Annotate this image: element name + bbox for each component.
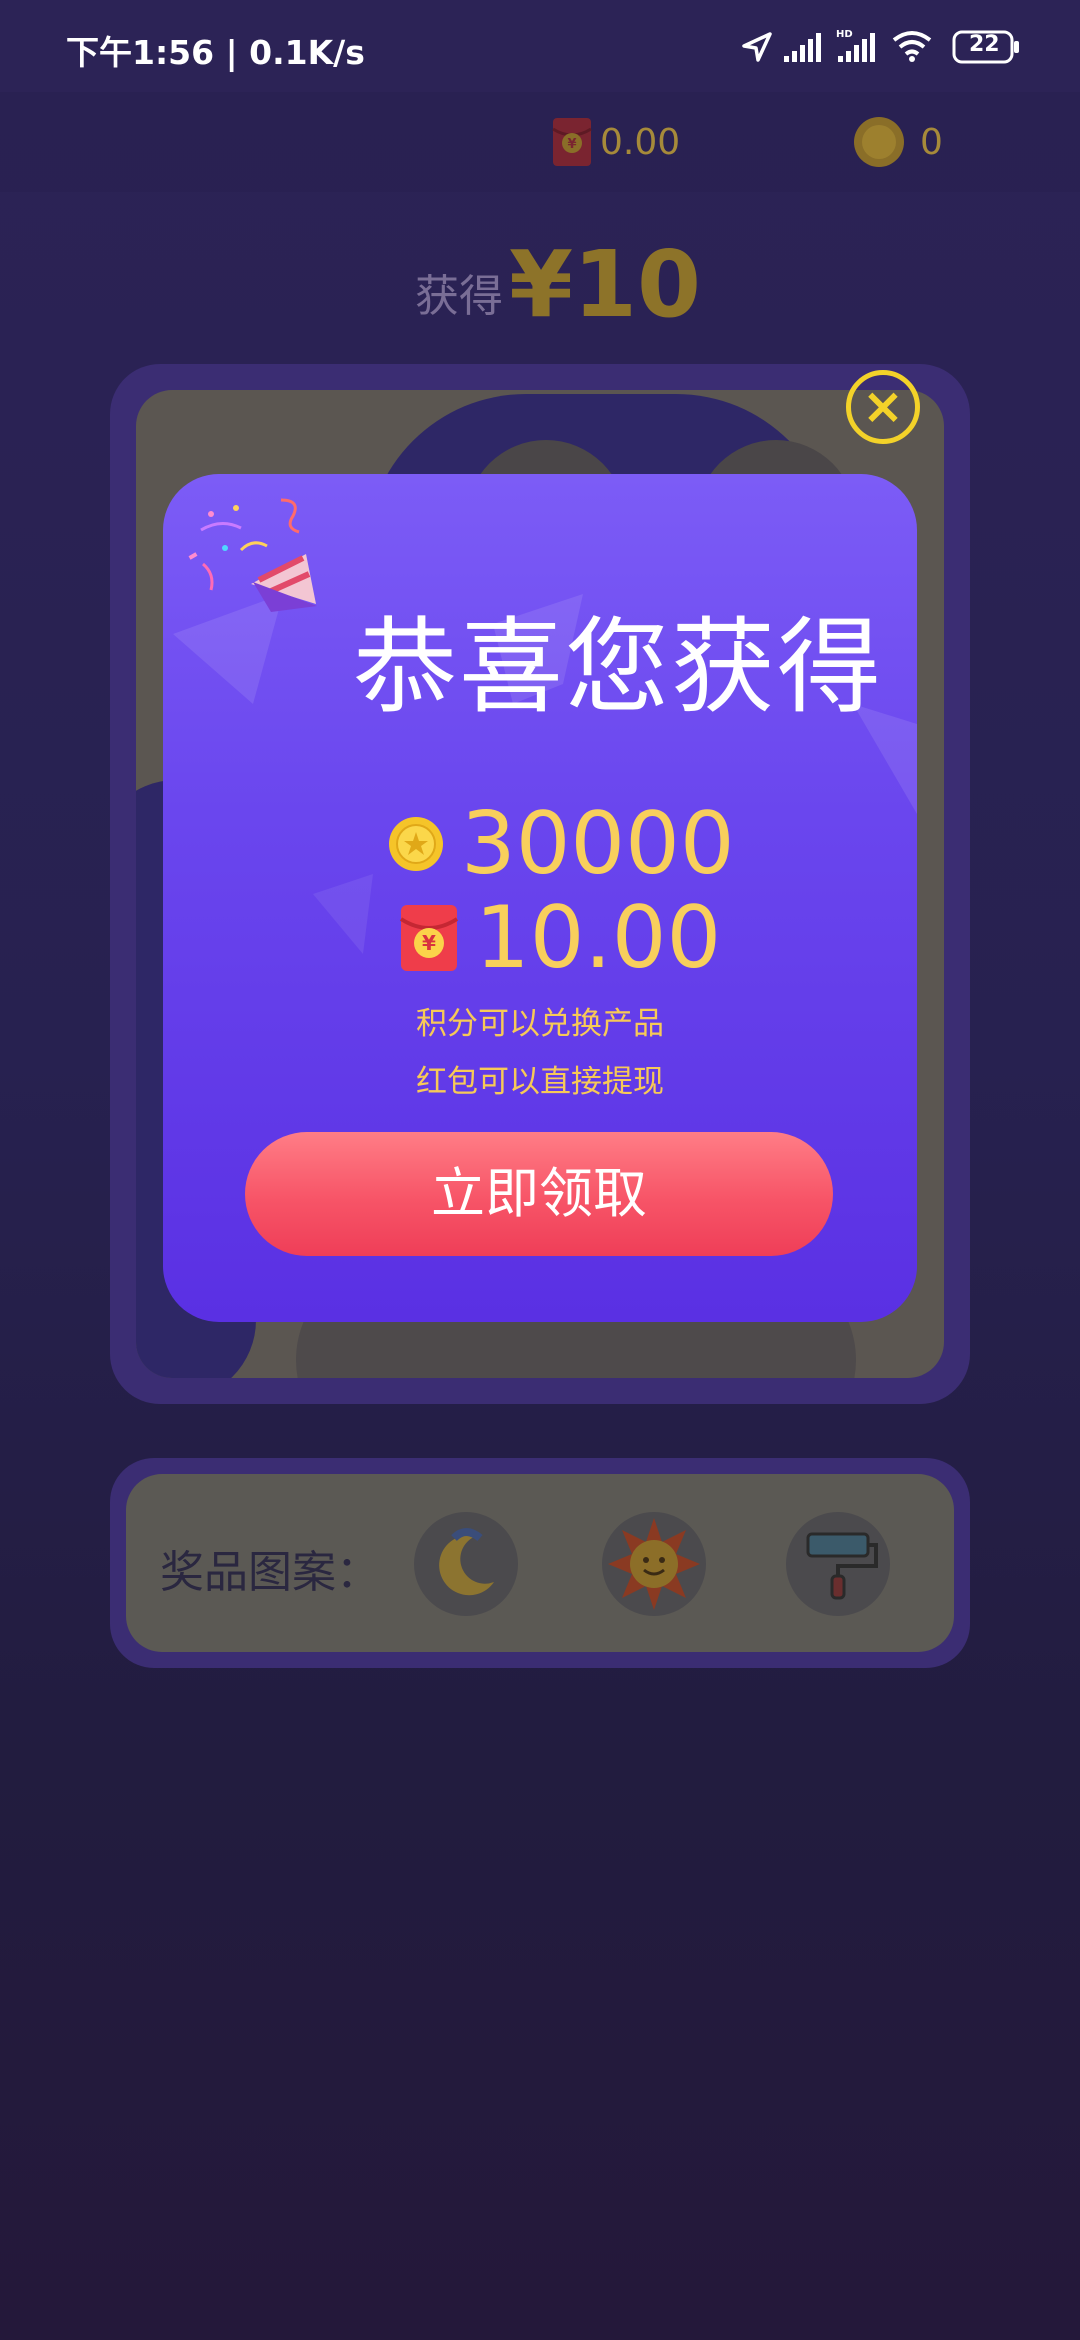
svg-text:¥: ¥ <box>567 137 576 152</box>
sun-icon <box>608 1518 700 1610</box>
balance-bar: ¥ 0.00 0 <box>0 92 1080 192</box>
coin-balance: 0 <box>852 112 943 172</box>
signal-hd-icon: HD <box>836 29 875 62</box>
coin-amount: 0 <box>920 121 943 163</box>
svg-text:HD: HD <box>836 29 853 40</box>
red-packet-reward-row: ¥ 10.00 <box>399 888 721 988</box>
gold-coin-icon <box>389 817 443 871</box>
prize-moon <box>414 1512 518 1616</box>
coin-icon <box>854 117 904 167</box>
coin-reward-row: 30000 <box>387 794 735 894</box>
moon-icon <box>439 1528 494 1596</box>
earn-amount: ¥10 <box>509 231 702 338</box>
red-packet-reward-value: 10.00 <box>475 888 722 988</box>
status-time: 下午1:56 | 0.1K/s <box>66 33 365 72</box>
red-packet-icon: ¥ <box>399 905 459 971</box>
close-icon: × <box>862 377 904 435</box>
red-packet-icon: ¥ <box>552 118 592 166</box>
modal-title: 恭喜您获得 <box>353 606 884 728</box>
svg-text:¥: ¥ <box>422 931 436 955</box>
modal-note-points: 积分可以兑换产品 <box>416 1006 664 1042</box>
claim-now-button[interactable]: 立即领取 <box>245 1132 833 1256</box>
earn-label: 获得 <box>415 271 503 322</box>
prize-inner: 奖品图案： <box>126 1474 954 1652</box>
prize-sun <box>602 1512 706 1616</box>
red-packet-balance: ¥ 0.00 <box>552 112 680 172</box>
modal-note-cash: 红包可以直接提现 <box>416 1064 664 1100</box>
status-bar: 下午1:56 | 0.1K/s HD 22 <box>0 0 1080 96</box>
prize-card: 奖品图案： <box>110 1458 970 1668</box>
location-icon <box>742 32 772 62</box>
party-popper-icon <box>188 498 317 612</box>
reward-modal: 恭喜您获得 30000 ¥ 10.00 积分可以兑换产品 红包可以直接提现 立即… <box>163 474 917 1322</box>
wifi-icon <box>892 31 932 62</box>
paint-roller-icon <box>806 1532 878 1600</box>
prize-roller <box>786 1512 890 1616</box>
close-button[interactable]: × <box>846 370 920 444</box>
coin-reward-value: 30000 <box>461 794 735 894</box>
battery-level: 22 <box>969 32 1000 57</box>
red-packet-amount: 0.00 <box>600 121 681 163</box>
status-icons: HD 22 <box>720 28 1020 68</box>
prize-label: 奖品图案： <box>160 1547 380 1598</box>
earn-line: 获得 ¥10 <box>415 231 702 338</box>
signal-icon <box>784 33 821 62</box>
